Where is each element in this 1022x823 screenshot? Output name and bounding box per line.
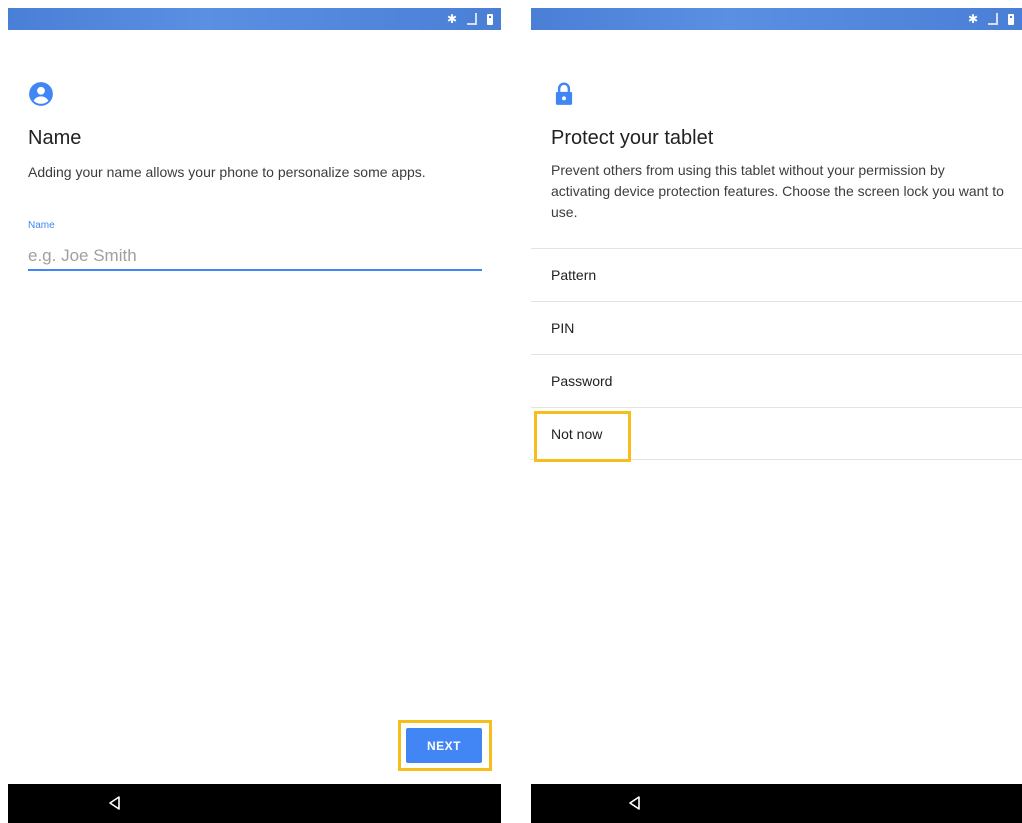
battery-icon — [1008, 13, 1014, 25]
name-field-label: Name — [28, 220, 55, 231]
battery-icon — [487, 13, 493, 25]
next-button[interactable]: NEXT — [406, 728, 482, 763]
back-icon[interactable] — [627, 795, 643, 811]
page-title: Protect your tablet — [551, 127, 714, 149]
lock-option-pattern[interactable]: Pattern — [531, 248, 1022, 301]
bluetooth-icon: ✱ — [446, 12, 457, 26]
signal-icon — [467, 13, 477, 25]
lock-icon — [555, 82, 573, 105]
navigation-bar — [531, 784, 1022, 823]
signal-icon — [988, 13, 998, 25]
bluetooth-icon: ✱ — [967, 12, 978, 26]
page-title: Name — [28, 127, 82, 149]
not-now-highlight-box — [534, 411, 631, 462]
name-input[interactable] — [28, 243, 482, 271]
lock-option-password[interactable]: Password — [531, 354, 1022, 407]
screen-lock-setup-screen: ✱ Protect your tablet Prevent others fro… — [531, 0, 1022, 823]
account-circle-icon — [29, 82, 53, 106]
back-icon[interactable] — [107, 795, 123, 811]
name-setup-screen: ✱ Name Adding your name allows your phon… — [8, 0, 501, 823]
lock-option-pin[interactable]: PIN — [531, 301, 1022, 354]
status-bar: ✱ — [8, 8, 501, 30]
navigation-bar — [8, 784, 501, 823]
status-bar: ✱ — [531, 8, 1022, 30]
page-description: Prevent others from using this tablet wi… — [551, 162, 1004, 220]
page-description: Adding your name allows your phone to pe… — [28, 164, 426, 180]
